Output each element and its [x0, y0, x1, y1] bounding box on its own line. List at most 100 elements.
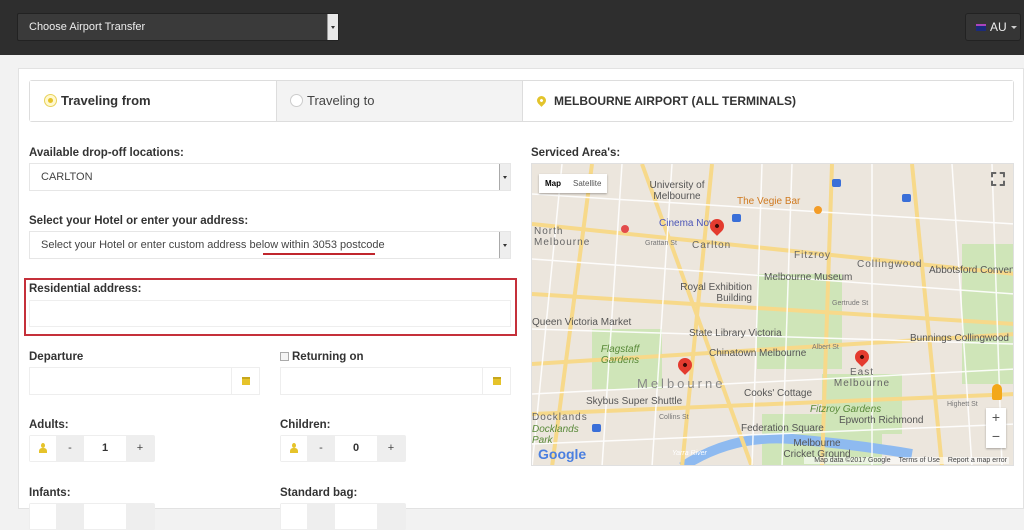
postcode-underline-annotation [263, 253, 375, 255]
calendar-icon [242, 377, 250, 385]
departure-date-field[interactable] [29, 367, 260, 395]
route-shield-icon [902, 194, 911, 202]
standard-bag-stepper [280, 503, 406, 530]
hospital-poi-icon[interactable] [621, 225, 629, 233]
street-view-pegman-icon[interactable] [992, 384, 1002, 400]
map-label: Docklands [532, 412, 588, 423]
terms-of-use-link[interactable]: Terms of Use [899, 457, 940, 464]
infants-stepper [29, 503, 155, 530]
language-button[interactable]: AU [965, 13, 1021, 41]
airport-name: MELBOURNE AIRPORT (ALL TERMINALS) [554, 94, 796, 108]
dropoff-label: Available drop-off locations: [29, 147, 184, 159]
tab-traveling-from-label: Traveling from [61, 93, 151, 108]
returning-date-field[interactable] [280, 367, 511, 395]
au-flag-icon [976, 24, 986, 31]
serviced-area-map[interactable]: Map Satellite University of Melbourne Th… [531, 163, 1014, 466]
bag-icon-wrap [281, 504, 307, 529]
report-map-error-link[interactable]: Report a map error [948, 457, 1007, 464]
map-label: Docklands Park [532, 424, 579, 446]
returning-checkbox[interactable] [280, 352, 289, 361]
map-label: Flagstaff Gardens [600, 344, 640, 366]
map-label: East Melbourne [833, 367, 891, 389]
airport-transfer-select-value: Choose Airport Transfer [29, 21, 146, 33]
map-label: Cooks' Cottage [744, 388, 813, 399]
map-label: North Melbourne [534, 226, 591, 248]
person-icon-wrap [281, 436, 307, 461]
returning-label: Returning on [292, 351, 364, 363]
returning-label-group: Returning on [280, 351, 364, 363]
tab-traveling-to[interactable]: Traveling to [277, 81, 523, 121]
map-label: Abbotsford Convent [929, 265, 1014, 276]
returning-calendar-button[interactable] [482, 368, 510, 394]
departure-label: Departure [29, 351, 84, 363]
chevron-down-icon[interactable] [327, 14, 338, 40]
map-type-map-button[interactable]: Map [539, 174, 567, 193]
map-label: Collins St [659, 414, 689, 421]
person-icon-wrap [30, 436, 56, 461]
radio-unselected-icon[interactable] [290, 94, 303, 107]
tab-traveling-to-label: Traveling to [307, 93, 375, 108]
bag-value[interactable] [335, 504, 377, 529]
map-label: Albert St [812, 344, 839, 351]
tab-traveling-from[interactable]: Traveling from [30, 81, 277, 121]
calendar-icon [493, 377, 501, 385]
map-label: Skybus Super Shuttle [586, 396, 683, 407]
map-label: Highett St [947, 401, 978, 408]
map-streets [532, 164, 1013, 465]
adults-plus-button[interactable]: + [126, 436, 154, 461]
adults-minus-button[interactable]: - [56, 436, 84, 461]
adults-stepper: - 1 + [29, 435, 155, 462]
map-label: Collingwood [857, 259, 923, 270]
map-label: The Vegie Bar [737, 196, 801, 207]
radio-selected-icon[interactable] [44, 94, 57, 107]
children-stepper: - 0 + [280, 435, 406, 462]
direction-tabs: Traveling from Traveling to MELBOURNE AI… [29, 80, 1014, 122]
map-label: Epworth Richmond [839, 415, 924, 426]
restaurant-poi-icon[interactable] [814, 206, 822, 214]
zoom-out-button[interactable]: − [986, 427, 1006, 446]
map-label: Queen Victoria Market [532, 317, 632, 328]
language-label: AU [990, 20, 1007, 34]
infants-label: Infants: [29, 487, 71, 499]
departure-calendar-button[interactable] [231, 368, 259, 394]
fullscreen-icon[interactable] [991, 172, 1005, 186]
map-label: Royal Exhibition Building [680, 282, 752, 304]
map-label: Bunnings Collingwood [910, 333, 1009, 344]
map-label: Grattan St [645, 240, 677, 247]
children-minus-button[interactable]: - [307, 436, 335, 461]
residential-label: Residential address: [29, 283, 142, 295]
dropoff-select[interactable]: CARLTON [29, 163, 511, 191]
map-type-control: Map Satellite [539, 174, 608, 193]
route-shield-icon [592, 424, 601, 432]
google-logo: Google [538, 446, 587, 462]
children-value[interactable]: 0 [335, 436, 377, 461]
standard-bag-label: Standard bag: [280, 487, 358, 499]
infants-minus-button[interactable] [56, 504, 84, 529]
zoom-in-button[interactable]: + [986, 408, 1006, 427]
residential-address-input[interactable] [29, 300, 511, 327]
map-label: Chinatown Melbourne [709, 348, 807, 359]
children-plus-button[interactable]: + [377, 436, 405, 461]
person-icon [39, 443, 47, 453]
infants-value[interactable] [84, 504, 126, 529]
map-type-satellite-button[interactable]: Satellite [567, 174, 607, 193]
route-shield-icon [732, 214, 741, 222]
map-label: Melbourne [637, 376, 726, 391]
chevron-down-icon[interactable] [499, 164, 510, 190]
map-label: Fitzroy [794, 250, 831, 261]
chevron-down-icon[interactable] [499, 232, 510, 258]
airport-transfer-select[interactable]: Choose Airport Transfer [17, 13, 339, 41]
map-data-text: Map data ©2017 Google [814, 457, 891, 464]
hotel-label: Select your Hotel or enter your address: [29, 215, 249, 227]
hotel-select-value: Select your Hotel or enter custom addres… [41, 239, 385, 251]
bag-plus-button[interactable] [377, 504, 405, 529]
adults-value[interactable]: 1 [84, 436, 126, 461]
route-shield-icon [832, 179, 841, 187]
person-icon-wrap [30, 504, 56, 529]
map-label: Carlton [692, 240, 732, 251]
map-label: Melbourne Museum [764, 272, 853, 283]
zoom-control: + − [986, 408, 1006, 448]
bag-minus-button[interactable] [307, 504, 335, 529]
infants-plus-button[interactable] [126, 504, 154, 529]
airport-destination: MELBOURNE AIRPORT (ALL TERMINALS) [523, 81, 1013, 121]
